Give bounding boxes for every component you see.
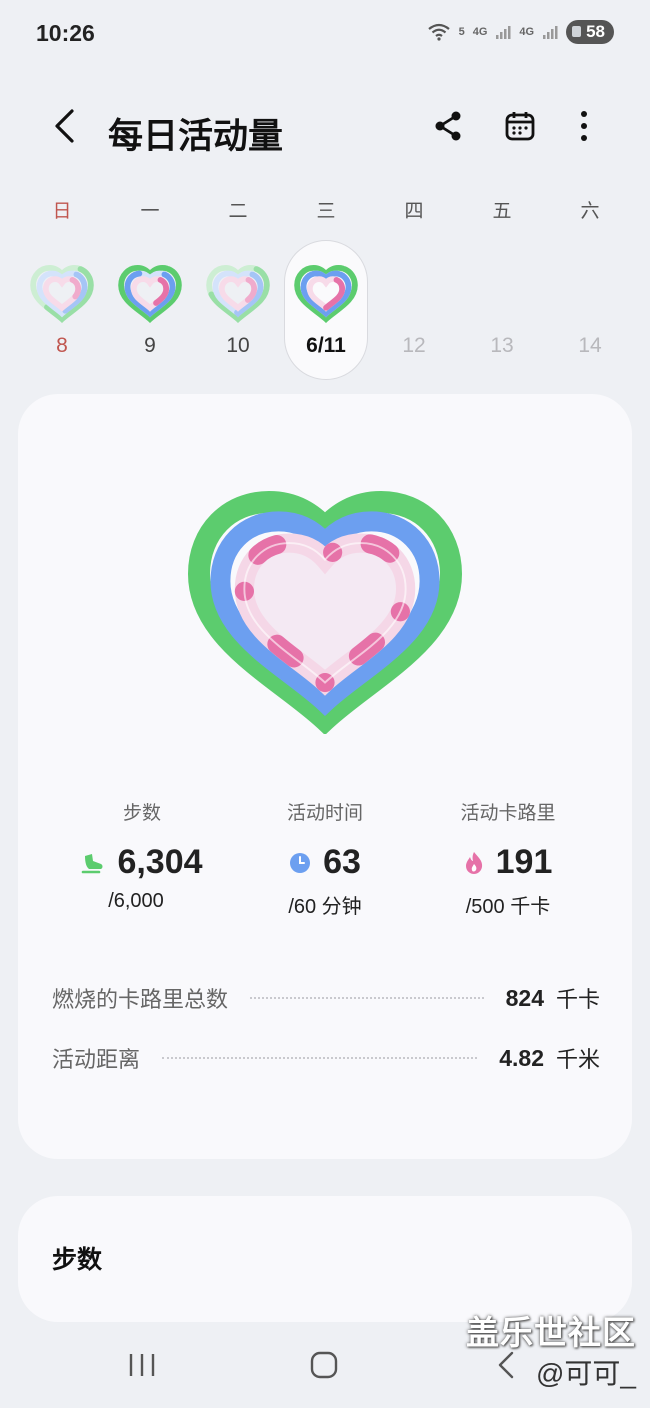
- day-column-0[interactable]: 日8: [18, 196, 106, 357]
- total-calories-unit: 千卡: [555, 987, 600, 1012]
- day-activity-ring-icon: [294, 265, 358, 323]
- chevron-left-icon: [55, 109, 74, 143]
- steps-stat[interactable]: 步数 6,304 /6,000: [42, 798, 242, 913]
- signal-icon: [496, 26, 511, 39]
- day-activity-ring-icon: [206, 265, 270, 323]
- active-time-goal: /60 分钟: [288, 896, 362, 918]
- dotted-leader: [250, 997, 484, 999]
- calendar-button[interactable]: [498, 104, 542, 148]
- clock-icon: [290, 852, 311, 873]
- share-button[interactable]: [426, 104, 470, 148]
- day-column-2[interactable]: 二 10: [194, 196, 282, 357]
- flame-icon: [465, 851, 482, 874]
- active-time-label: 活动时间: [286, 803, 363, 824]
- total-calories-row: 燃烧的卡路里总数 824 千卡: [52, 982, 600, 1014]
- date-label: 6/11: [306, 334, 346, 357]
- day-column-3[interactable]: 三 6/11: [282, 196, 370, 357]
- day-activity-ring-icon: [30, 265, 94, 323]
- weekday-label: 日: [52, 201, 72, 222]
- steps-value: 6,304: [117, 843, 203, 881]
- steps-card-title: 步数: [52, 1246, 103, 1274]
- date-label: 8: [56, 334, 68, 357]
- battery-indicator: 58: [566, 20, 614, 44]
- date-label: 13: [490, 334, 514, 357]
- steps-label: 步数: [122, 803, 161, 824]
- status-icons: 5 4G 4G 58: [427, 20, 614, 44]
- page-title: 每日活动量: [108, 117, 284, 156]
- distance-row: 活动距离 4.82 千米: [52, 1042, 600, 1074]
- calendar-icon: [505, 112, 535, 141]
- calories-value: 191: [495, 843, 553, 881]
- network-5-label: 5: [458, 26, 465, 38]
- day-column-4: 四 12: [370, 196, 458, 357]
- distance-value: 4.82: [499, 1044, 544, 1071]
- share-icon: [435, 111, 461, 141]
- recent-apps-button[interactable]: [112, 1340, 172, 1390]
- date-label: 9: [144, 334, 156, 357]
- activity-rings-heart: [185, 488, 465, 734]
- calories-stat[interactable]: 活动卡路里 191 /500 千卡: [408, 798, 608, 919]
- active-time-stat[interactable]: 活动时间 63 /60 分钟: [225, 798, 425, 919]
- home-button[interactable]: [294, 1340, 354, 1390]
- back-button[interactable]: [42, 104, 86, 148]
- date-label: 14: [578, 334, 602, 357]
- steps-goal: /6,000: [108, 890, 164, 912]
- status-time: 10:26: [36, 20, 95, 46]
- signal-icon-2: [543, 26, 558, 39]
- shoe-icon: [82, 853, 103, 873]
- day-activity-ring-icon: [118, 265, 182, 323]
- day-column-1[interactable]: 一9: [106, 196, 194, 357]
- total-calories-value: 824: [505, 984, 544, 1011]
- date-label: 10: [226, 334, 250, 357]
- wifi-icon: [427, 23, 450, 41]
- date-label: 12: [402, 334, 426, 357]
- active-time-value: 63: [323, 843, 361, 881]
- total-calories-label: 燃烧的卡路里总数: [52, 987, 229, 1012]
- watermark-author: @可可_: [536, 1358, 636, 1389]
- weekday-label: 五: [492, 201, 512, 222]
- weekday-label: 三: [316, 201, 336, 222]
- steps-card[interactable]: [18, 1196, 632, 1322]
- calories-label: 活动卡路里: [460, 803, 556, 824]
- network-4g-label-2: 4G: [519, 26, 535, 38]
- weekday-label: 四: [404, 201, 424, 222]
- day-column-6: 六 14: [546, 196, 634, 357]
- back-nav-icon: [498, 1351, 514, 1379]
- dotted-leader: [162, 1057, 478, 1059]
- distance-label: 活动距离: [52, 1047, 141, 1072]
- weekday-label: 二: [228, 201, 248, 222]
- weekday-label: 六: [580, 201, 600, 222]
- recent-apps-icon: [129, 1354, 155, 1376]
- network-4g-label: 4G: [472, 26, 488, 38]
- home-icon: [310, 1351, 338, 1379]
- more-options-button[interactable]: [562, 104, 606, 148]
- calories-goal: /500 千卡: [465, 896, 551, 918]
- day-column-5: 五 13: [458, 196, 546, 357]
- watermark-community: 盖乐世社区: [466, 1314, 636, 1351]
- weekday-label: 一: [140, 201, 160, 222]
- more-vertical-icon: [581, 111, 587, 141]
- distance-unit: 千米: [555, 1047, 600, 1072]
